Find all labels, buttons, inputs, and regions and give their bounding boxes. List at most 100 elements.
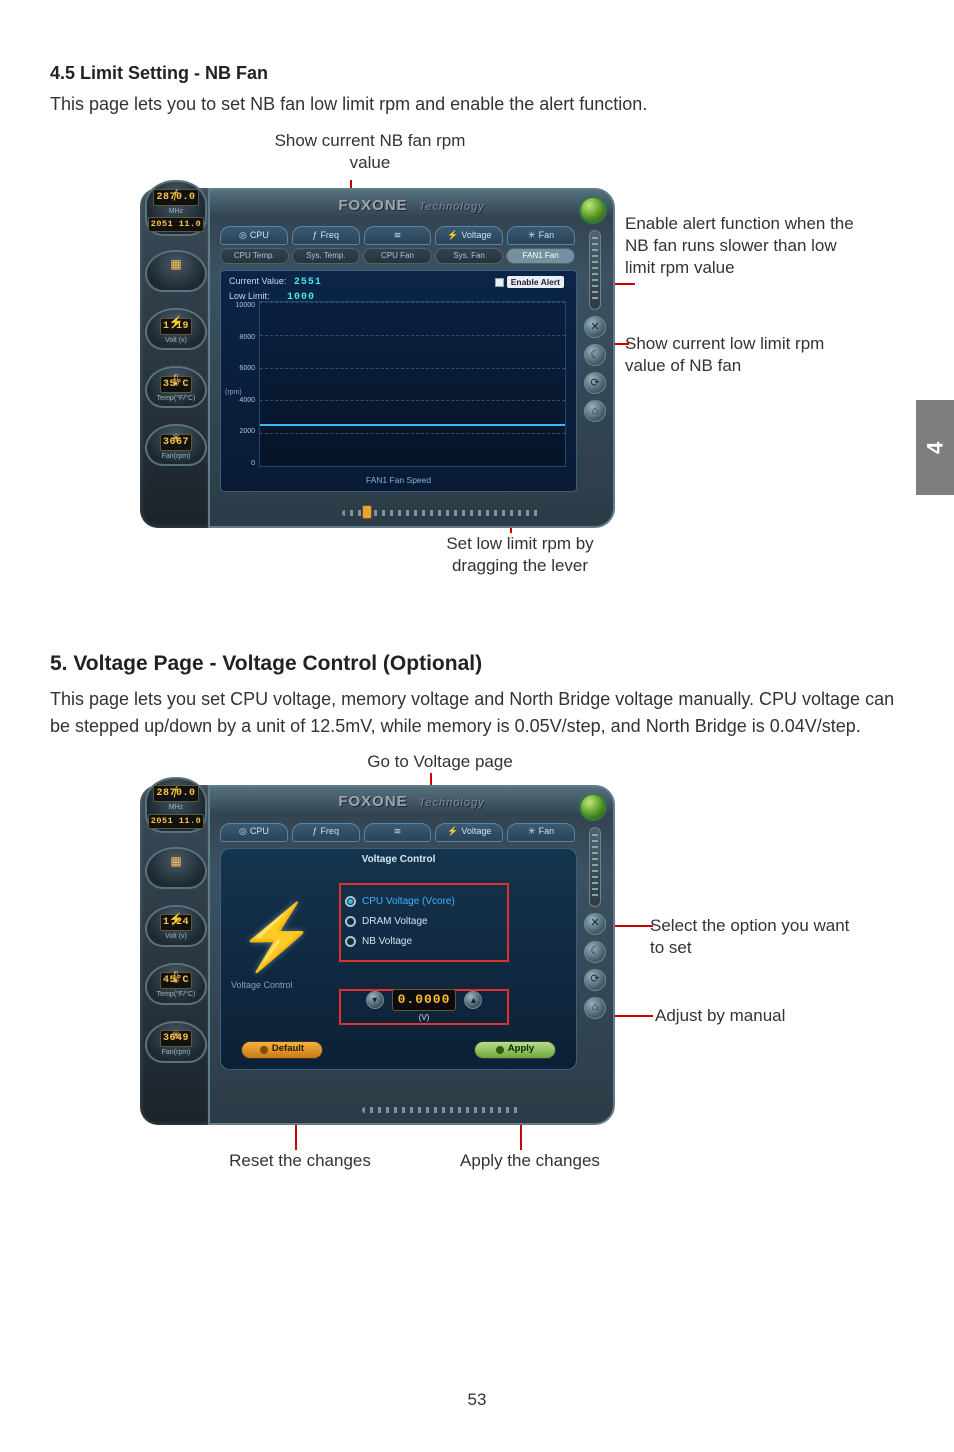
- annot-apply: Apply the changes: [430, 1150, 630, 1172]
- slider-handle[interactable]: [362, 505, 372, 519]
- tab-fan[interactable]: ✳Fan: [507, 226, 575, 245]
- brand-name: FOXONE: [338, 197, 407, 214]
- annot-enable-alert: Enable alert function when the NB fan ru…: [625, 213, 855, 279]
- voltage-down-button[interactable]: ▾: [366, 991, 384, 1009]
- bolt-icon: ⚡: [169, 910, 184, 928]
- app-header: FOXONE Technology: [210, 787, 613, 819]
- annot-adjust: Adjust by manual: [655, 1005, 855, 1027]
- fan-icon: ✳: [528, 229, 536, 243]
- app-footer: [280, 506, 603, 520]
- tab-label: CPU: [250, 825, 269, 839]
- gauge-temp: 🌡 45°C Temp(°F/°C): [145, 963, 207, 1005]
- annot-go-voltage: Go to Voltage page: [330, 751, 550, 773]
- chevron-up-icon: ▴: [471, 993, 476, 1008]
- enable-alert-toggle[interactable]: Enable Alert: [491, 275, 568, 289]
- home-button[interactable]: ⌂: [584, 400, 606, 422]
- app-footer: [280, 1103, 603, 1117]
- freq-icon: ƒ: [312, 229, 317, 243]
- voltage-panel: Voltage Control ⚡ Voltage Control CPU Vo…: [220, 848, 577, 1070]
- gauge-freq-sub: 2051 11.0: [148, 814, 204, 829]
- tab-voltage[interactable]: ⚡Voltage: [435, 226, 503, 245]
- subtab-fan1[interactable]: FAN1 Fan: [506, 248, 575, 264]
- gauge-fan-unit: Fan(rpm): [162, 452, 191, 463]
- tab-cpu[interactable]: ◎CPU: [220, 823, 288, 842]
- tab-label: Voltage: [461, 229, 491, 243]
- default-button[interactable]: Default: [241, 1041, 323, 1059]
- corner-orb[interactable]: [579, 196, 607, 224]
- bolt-icon: ⚡: [447, 825, 458, 839]
- enable-alert-label: Enable Alert: [507, 276, 564, 289]
- subtab-cpu-fan[interactable]: CPU Fan: [363, 248, 432, 264]
- subtab-cpu-temp[interactable]: CPU Temp.: [220, 248, 289, 264]
- y-tick: 10000: [227, 301, 255, 312]
- voltage-option-dram[interactable]: DRAM Voltage: [345, 914, 503, 929]
- foxone-app-voltage: ƒ 2870.0 MHz 2051 11.0 ▦ ⚡ 1.24 Volt (v)…: [140, 785, 615, 1125]
- body-4-5: This page lets you to set NB fan low lim…: [50, 91, 904, 118]
- chevron-down-icon: ▾: [372, 993, 377, 1008]
- cpu-icon: ▦: [170, 852, 181, 870]
- brand-text: FOXONE Technology: [338, 791, 484, 814]
- tab-fan[interactable]: ✳Fan: [507, 823, 575, 842]
- y-tick: 2000: [227, 427, 255, 438]
- radio-icon: [345, 936, 356, 947]
- foxone-app-fan: ƒ 2870.0 MHz 2051 11.0 ▦ ⚡ 1.19 Volt (v)…: [140, 188, 615, 528]
- tab-voltage[interactable]: ⚡Voltage: [435, 823, 503, 842]
- heading-4-5: 4.5 Limit Setting - NB Fan: [50, 60, 904, 87]
- skin-slider[interactable]: [589, 230, 601, 310]
- refresh-button[interactable]: ⟳: [584, 372, 606, 394]
- gridline: [260, 433, 565, 434]
- low-limit-slider[interactable]: [342, 510, 542, 516]
- body-5: This page lets you set CPU voltage, memo…: [50, 686, 904, 740]
- current-value-label: Current Value:: [229, 276, 286, 286]
- corner-orb[interactable]: [579, 793, 607, 821]
- tab-label: Fan: [539, 825, 555, 839]
- gauge-placeholder: ▦: [145, 250, 207, 292]
- voltage-up-button[interactable]: ▴: [464, 991, 482, 1009]
- bolt-icon: ⚡: [169, 313, 184, 331]
- voltage-option-cpu[interactable]: CPU Voltage (Vcore): [345, 894, 503, 909]
- side-rail: ✕ ☾ ⟳ ⌂: [581, 230, 609, 422]
- refresh-icon: ⟳: [590, 375, 599, 392]
- tab-cpu[interactable]: ◎CPU: [220, 226, 288, 245]
- moon-icon: ☾: [590, 943, 600, 960]
- gauge-freq-sub: 2051 11.0: [148, 217, 204, 232]
- home-button[interactable]: ⌂: [584, 997, 606, 1019]
- y-unit: (rpm): [225, 388, 242, 399]
- tab-label: Freq: [320, 825, 339, 839]
- gauge-temp: 🌡 35°C Temp(°F/°C): [145, 366, 207, 408]
- gridline: [260, 400, 565, 401]
- heading-5: 5. Voltage Page - Voltage Control (Optio…: [50, 648, 904, 680]
- tab-freq[interactable]: ƒFreq: [292, 226, 360, 245]
- refresh-icon: ⟳: [590, 971, 599, 988]
- gauge-fan: ✳ 3649 Fan(rpm): [145, 1021, 207, 1063]
- app-header: FOXONE Technology: [210, 190, 613, 222]
- gauge-fan-unit: Fan(rpm): [162, 1048, 191, 1059]
- freq-icon: ƒ: [173, 185, 180, 203]
- gridline: [260, 368, 565, 369]
- tab-blank[interactable]: ≋: [364, 823, 432, 842]
- apply-button[interactable]: Apply: [474, 1041, 556, 1059]
- close-button[interactable]: ✕: [584, 316, 606, 338]
- skin-slider[interactable]: [589, 827, 601, 907]
- annot-select-option: Select the option you want to set: [650, 915, 850, 959]
- tab-freq[interactable]: ƒFreq: [292, 823, 360, 842]
- fan-icon: ✳: [171, 429, 181, 447]
- subtab-sys-fan[interactable]: Sys. Fan: [435, 248, 504, 264]
- radio-icon: [345, 896, 356, 907]
- subtab-sys-temp[interactable]: Sys. Temp.: [292, 248, 361, 264]
- close-button[interactable]: ✕: [584, 913, 606, 935]
- voltage-adjust: ▾ 0.0000 ▴ (V): [339, 989, 509, 1025]
- gauge-fan: ✳ 3667 Fan(rpm): [145, 424, 207, 466]
- minimize-button[interactable]: ☾: [584, 941, 606, 963]
- subtabs-row: CPU Temp. Sys. Temp. CPU Fan Sys. Fan FA…: [210, 245, 613, 264]
- waves-icon: ≋: [394, 229, 402, 243]
- tab-blank[interactable]: ≋: [364, 226, 432, 245]
- minimize-button[interactable]: ☾: [584, 344, 606, 366]
- voltage-buttons: Default Apply: [241, 1041, 556, 1059]
- moon-icon: ☾: [590, 347, 600, 364]
- refresh-button[interactable]: ⟳: [584, 969, 606, 991]
- gauge-freq-unit: MHz: [169, 207, 183, 218]
- waves-icon: ≋: [394, 825, 402, 839]
- gauge-temp-unit: Temp(°F/°C): [157, 990, 196, 1001]
- voltage-option-nb[interactable]: NB Voltage: [345, 934, 503, 949]
